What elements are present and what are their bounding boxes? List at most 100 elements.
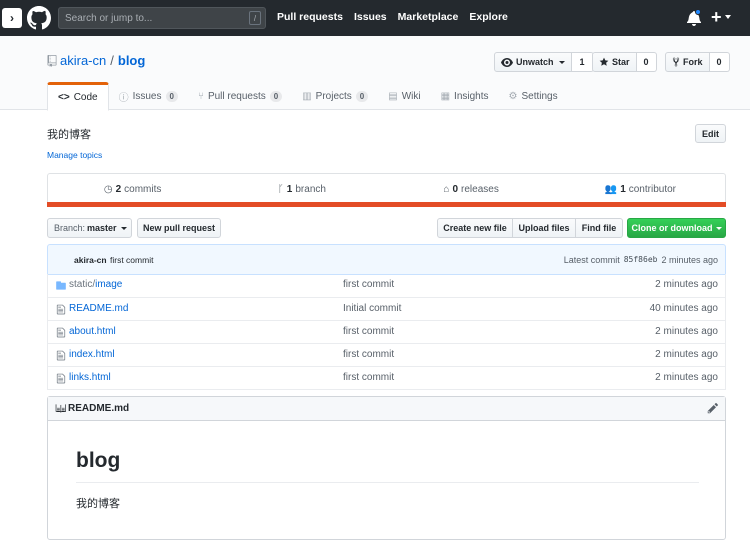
edit-description-button[interactable]: Edit — [695, 124, 726, 143]
file-name-link[interactable]: static/image — [69, 279, 122, 290]
file-actions-group: Create new file Upload files Find file — [437, 218, 623, 238]
commits-label: commits — [124, 184, 162, 195]
commit-message-link[interactable]: Initial commit — [343, 303, 401, 314]
branches-link[interactable]: ᚴ 1 branch — [217, 174, 386, 205]
commits-link[interactable]: ◷ 2 commits — [48, 174, 217, 205]
branch-prefix-label: Branch: — [54, 223, 86, 233]
readme-body: 我的博客 — [76, 498, 120, 510]
avatar[interactable] — [56, 253, 70, 267]
search-shortcut-hint: / — [249, 11, 261, 25]
readme-filename: README.md — [68, 403, 130, 414]
book-icon: ▤ — [388, 91, 398, 102]
file-icon — [56, 304, 66, 315]
tab-projects[interactable]: ▥ Projects 0 — [292, 82, 378, 111]
path-prefix: static/ — [69, 279, 96, 290]
commit-age: 40 minutes ago — [649, 303, 718, 314]
star-button[interactable]: Star — [592, 52, 637, 72]
issue-icon: ⓘ — [118, 93, 129, 104]
star-group: Star 0 — [592, 52, 657, 72]
clone-download-label: Clone or download — [631, 223, 713, 233]
eye-icon — [501, 57, 513, 67]
readme-heading: blog — [76, 449, 121, 472]
file-name-link[interactable]: README.md — [69, 303, 128, 314]
repo-nav: <> Code ⓘ Issues 0 ⑂ Pull requests 0 ▥ P… — [47, 82, 568, 111]
commit-message-link[interactable]: first commit — [343, 326, 394, 337]
releases-label: releases — [461, 184, 499, 195]
fork-label: Fork — [683, 57, 703, 67]
tab-insights[interactable]: ▦ Insights — [431, 82, 499, 111]
repo-icon — [47, 54, 57, 67]
tab-code[interactable]: <> Code — [47, 82, 109, 111]
commit-message-link[interactable]: first commit — [343, 279, 394, 290]
nav-explore[interactable]: Explore — [469, 11, 508, 23]
watchers-count[interactable]: 1 — [571, 52, 594, 72]
repo-name-link[interactable]: blog — [118, 53, 145, 68]
commits-count: 2 — [115, 184, 122, 195]
fork-group: Fork 0 — [665, 52, 730, 72]
tab-pull-requests[interactable]: ⑂ Pull requests 0 — [188, 82, 292, 111]
latest-commit-label: Latest commit — [563, 255, 620, 265]
find-file-button[interactable]: Find file — [576, 218, 623, 238]
contributors-count: 1 — [620, 184, 626, 195]
folder-icon — [56, 281, 66, 290]
project-icon: ▥ — [302, 91, 312, 102]
commit-message-link[interactable]: first commit — [343, 372, 394, 383]
tab-wiki[interactable]: ▤ Wiki — [378, 82, 430, 111]
create-new-file-button[interactable]: Create new file — [437, 218, 513, 238]
repo-owner-link[interactable]: akira-cn — [60, 53, 106, 68]
pencil-icon[interactable] — [707, 402, 719, 414]
commit-age: 2 minutes ago — [655, 326, 718, 337]
tab-projects-label: Projects — [315, 91, 352, 102]
tab-settings[interactable]: ⚙ Settings — [499, 82, 568, 111]
heading-divider — [76, 482, 699, 483]
file-name-link[interactable]: links.html — [69, 372, 111, 383]
manage-topics-link[interactable]: Manage topics — [47, 150, 102, 160]
stargazers-count[interactable]: 0 — [636, 52, 657, 72]
clone-download-button[interactable]: Clone or download — [627, 218, 726, 238]
people-icon: 👥 — [604, 184, 618, 195]
commit-message-link[interactable]: first commit — [110, 255, 153, 265]
forks-count[interactable]: 0 — [709, 52, 730, 72]
contributors-label: contributor — [628, 184, 676, 195]
readme-header: README.md — [48, 397, 725, 421]
table-row: index.html first commit 2 minutes ago — [48, 343, 725, 366]
file-list: static/image first commit 2 minutes ago … — [47, 274, 726, 390]
unwatch-button[interactable]: Unwatch — [494, 52, 572, 72]
chevron-down-icon[interactable] — [725, 15, 731, 19]
file-name-link[interactable]: index.html — [69, 349, 115, 360]
new-pull-request-button[interactable]: New pull request — [137, 218, 221, 238]
github-logo-icon[interactable] — [27, 6, 51, 30]
nav-pull-requests[interactable]: Pull requests — [277, 11, 343, 23]
tab-issues[interactable]: ⓘ Issues 0 — [109, 82, 188, 111]
fork-button[interactable]: Fork — [665, 52, 710, 72]
commit-sha-link[interactable]: 85f86eb — [624, 255, 658, 265]
language-bar[interactable] — [47, 202, 726, 207]
file-icon — [56, 327, 66, 338]
terminal-icon[interactable]: › — [2, 8, 22, 28]
releases-count: 0 — [452, 184, 459, 195]
contributors-link[interactable]: 👥 1 contributor — [556, 174, 725, 205]
releases-link[interactable]: ⌂ 0 releases — [387, 174, 556, 205]
file-icon — [56, 350, 66, 361]
nav-issues[interactable]: Issues — [354, 11, 387, 23]
nav-marketplace[interactable]: Marketplace — [398, 11, 459, 23]
commit-age: 2 minutes ago — [655, 279, 718, 290]
create-new-icon[interactable]: + — [711, 7, 722, 28]
branch-select-button[interactable]: Branch: master — [47, 218, 132, 238]
commit-author-link[interactable]: akira-cn — [74, 255, 107, 265]
tab-code-label: Code — [73, 92, 98, 103]
upload-files-button[interactable]: Upload files — [513, 218, 576, 238]
pull-request-icon: ⑂ — [197, 91, 204, 102]
commit-age: 2 minutes ago — [655, 349, 718, 360]
tab-settings-label: Settings — [521, 91, 558, 102]
commit-message-link[interactable]: first commit — [343, 349, 394, 360]
file-name-link[interactable]: about.html — [69, 326, 116, 337]
gear-icon: ⚙ — [508, 91, 518, 102]
chevron-down-icon — [120, 226, 127, 230]
tab-pull-requests-label: Pull requests — [207, 91, 266, 102]
search-input[interactable] — [59, 8, 239, 28]
tab-insights-label: Insights — [454, 91, 489, 102]
branch-name: master — [87, 223, 117, 233]
commit-age: 2 minutes ago — [661, 255, 718, 265]
readme-box: README.md blog 我的博客 — [47, 396, 726, 540]
